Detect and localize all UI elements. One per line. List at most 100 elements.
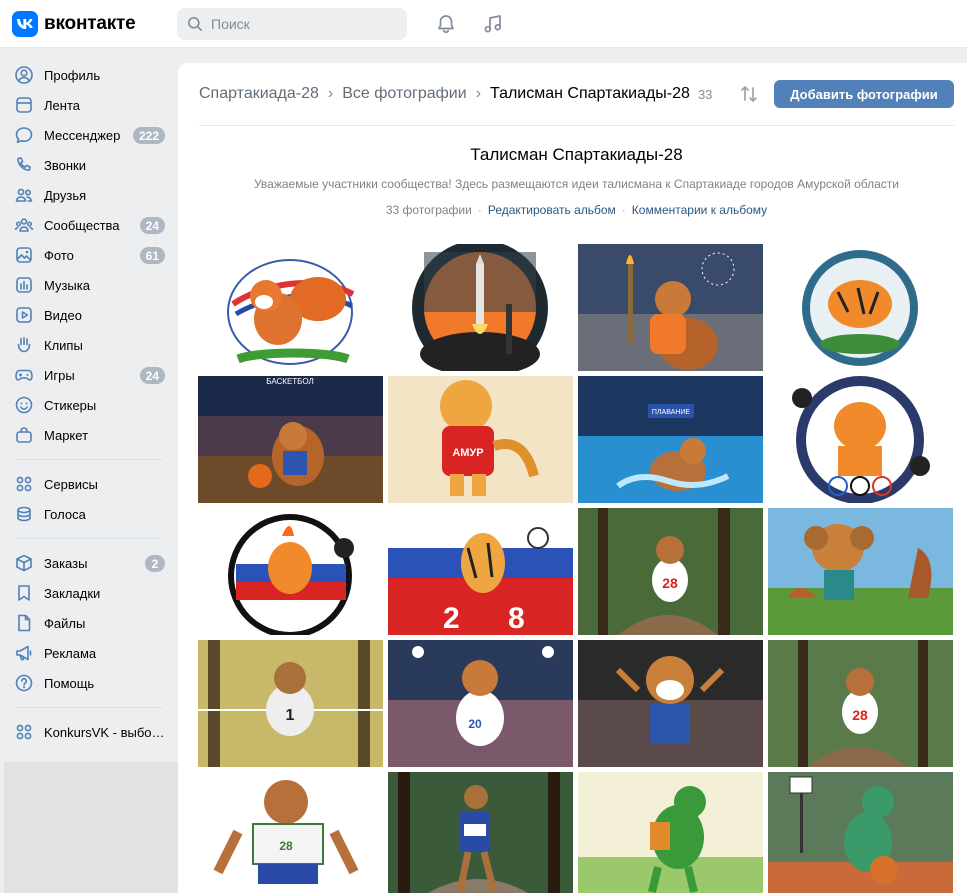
vk-logo[interactable]: вконтакте bbox=[12, 11, 136, 37]
sidebar-item-calls[interactable]: Звонки bbox=[0, 150, 175, 180]
sidebar-item-clips[interactable]: Клипы bbox=[0, 330, 175, 360]
bell-icon[interactable] bbox=[434, 12, 458, 36]
album-comments-link[interactable]: Комментарии к альбому bbox=[632, 203, 767, 217]
photo-thumbnail[interactable] bbox=[768, 376, 953, 503]
sidebar-item-ads[interactable]: Реклама bbox=[0, 638, 175, 668]
bookmark-icon bbox=[14, 583, 34, 603]
photo-thumbnail[interactable] bbox=[768, 244, 953, 371]
svg-text:28: 28 bbox=[852, 707, 868, 723]
sidebar-item-market[interactable]: Маркет bbox=[0, 420, 175, 450]
sidebar-item-votes[interactable]: Голоса bbox=[0, 499, 175, 529]
photo-count: 33 bbox=[697, 86, 713, 102]
photo-thumbnail[interactable]: 28 bbox=[388, 508, 573, 635]
sidebar-item-files[interactable]: Файлы bbox=[0, 608, 175, 638]
sidebar-item-help[interactable]: Помощь bbox=[0, 668, 175, 698]
svg-text:1: 1 bbox=[286, 707, 295, 724]
album-actions: 33 фотографии · Редактировать альбом · Комме… bbox=[385, 203, 768, 217]
sidebar-item-label: Маркет bbox=[44, 427, 89, 443]
photo-thumbnail[interactable]: 28 bbox=[198, 772, 383, 893]
sidebar-item-feed[interactable]: Лента bbox=[0, 90, 175, 120]
search-input[interactable] bbox=[211, 16, 401, 32]
search-box[interactable] bbox=[177, 8, 407, 40]
sidebar-item-label: Видео bbox=[44, 307, 82, 323]
user-icon bbox=[14, 65, 34, 85]
games-icon bbox=[14, 365, 34, 385]
add-photos-button[interactable]: Добавить фотографии bbox=[774, 80, 954, 108]
sidebar-item-stickers[interactable]: Стикеры bbox=[0, 390, 175, 420]
sidebar-item-label: Клипы bbox=[44, 337, 83, 353]
sidebar-item-orders[interactable]: Заказы 2 bbox=[0, 548, 175, 578]
album-title: Талисман Спартакиады-28 bbox=[470, 145, 683, 164]
sidebar-item-messenger[interactable]: Мессенджер 222 bbox=[0, 120, 175, 150]
album-description: Уважаемые участники сообщества! Здесь ра… bbox=[253, 177, 899, 191]
sidebar-item-friends[interactable]: Друзья bbox=[0, 180, 175, 210]
photo-thumbnail[interactable]: БАСКЕТБОЛ bbox=[198, 376, 383, 503]
file-icon bbox=[14, 613, 34, 633]
photo-thumbnail[interactable]: ПЛАВАНИЕ bbox=[578, 376, 763, 503]
sidebar-divider bbox=[14, 459, 163, 460]
photo-thumbnail[interactable]: 1 bbox=[198, 640, 383, 767]
sidebar-item-label: Стикеры bbox=[44, 397, 97, 413]
sidebar-item-profile[interactable]: Профиль bbox=[0, 60, 175, 90]
sidebar-item-app[interactable]: KonkursVK - выбор... bbox=[0, 717, 175, 747]
svg-text:8: 8 bbox=[508, 602, 525, 635]
photo-thumbnail[interactable] bbox=[768, 772, 953, 893]
photo-thumbnail[interactable] bbox=[768, 508, 953, 635]
svg-text:28: 28 bbox=[279, 839, 293, 853]
breadcrumb-all-photos[interactable]: Все фотографии bbox=[342, 85, 466, 103]
svg-text:ПЛАВАНИЕ: ПЛАВАНИЕ bbox=[652, 409, 690, 416]
sidebar-item-label: Игры bbox=[44, 367, 75, 383]
count-badge: 61 bbox=[139, 247, 165, 264]
help-icon bbox=[14, 673, 34, 693]
count-badge: 24 bbox=[139, 367, 165, 384]
photo-thumbnail[interactable] bbox=[198, 244, 383, 371]
sidebar-divider bbox=[14, 538, 163, 539]
orders-icon bbox=[14, 553, 34, 573]
sidebar-item-bookmarks[interactable]: Закладки bbox=[0, 578, 175, 608]
edit-album-link[interactable]: Редактировать альбом bbox=[488, 203, 616, 217]
sidebar-item-label: Заказы bbox=[44, 555, 88, 571]
music-icon bbox=[14, 275, 34, 295]
app-icon bbox=[14, 722, 34, 742]
photo-thumbnail[interactable] bbox=[388, 772, 573, 893]
breadcrumb-group[interactable]: Спартакиада-28 bbox=[199, 85, 319, 103]
photo-thumbnail[interactable] bbox=[578, 640, 763, 767]
sort-icon[interactable] bbox=[738, 83, 760, 110]
sidebar-item-label: Реклама bbox=[44, 645, 97, 661]
search-icon bbox=[188, 17, 203, 32]
photo-thumbnail[interactable] bbox=[578, 244, 763, 371]
svg-text:БАСКЕТБОЛ: БАСКЕТБОЛ bbox=[266, 377, 313, 386]
sidebar-item-label: Мессенджер bbox=[44, 127, 121, 143]
photo-thumbnail[interactable]: 28 bbox=[578, 508, 763, 635]
photo-thumbnail[interactable] bbox=[198, 508, 383, 635]
sidebar-item-label: Профиль bbox=[44, 67, 101, 83]
services-icon bbox=[14, 474, 34, 494]
photo-icon bbox=[14, 245, 34, 265]
vk-logo-icon bbox=[12, 11, 38, 37]
logo-text: вконтакте bbox=[44, 13, 136, 34]
sidebar-item-label: Друзья bbox=[44, 187, 87, 203]
sidebar-item-communities[interactable]: Сообщества 24 bbox=[0, 210, 175, 240]
video-icon bbox=[14, 305, 34, 325]
photo-thumbnail[interactable]: 28 bbox=[768, 640, 953, 767]
sidebar-item-video[interactable]: Видео bbox=[0, 300, 175, 330]
votes-icon bbox=[14, 504, 34, 524]
sidebar-item-games[interactable]: Игры 24 bbox=[0, 360, 175, 390]
sidebar-divider bbox=[14, 707, 163, 708]
svg-text:2: 2 bbox=[443, 602, 460, 635]
top-header: вконтакте bbox=[0, 0, 967, 48]
photo-thumbnail[interactable]: 20 bbox=[388, 640, 573, 767]
sidebar-item-label: Голоса bbox=[44, 506, 86, 522]
sidebar-item-label: Файлы bbox=[44, 615, 86, 631]
sidebar-item-services[interactable]: Сервисы bbox=[0, 469, 175, 499]
photo-thumbnail[interactable] bbox=[388, 244, 573, 371]
sidebar-item-photos[interactable]: Фото 61 bbox=[0, 240, 175, 270]
music-note-icon[interactable] bbox=[481, 12, 505, 36]
sidebar-item-label: Сообщества bbox=[44, 217, 120, 233]
phone-icon bbox=[14, 155, 34, 175]
photo-thumbnail[interactable]: АМУР bbox=[388, 376, 573, 503]
photo-thumbnail[interactable] bbox=[578, 772, 763, 893]
sidebar-item-music[interactable]: Музыка bbox=[0, 270, 175, 300]
blurred-area bbox=[4, 762, 186, 893]
sidebar-item-label: Лента bbox=[44, 97, 80, 113]
